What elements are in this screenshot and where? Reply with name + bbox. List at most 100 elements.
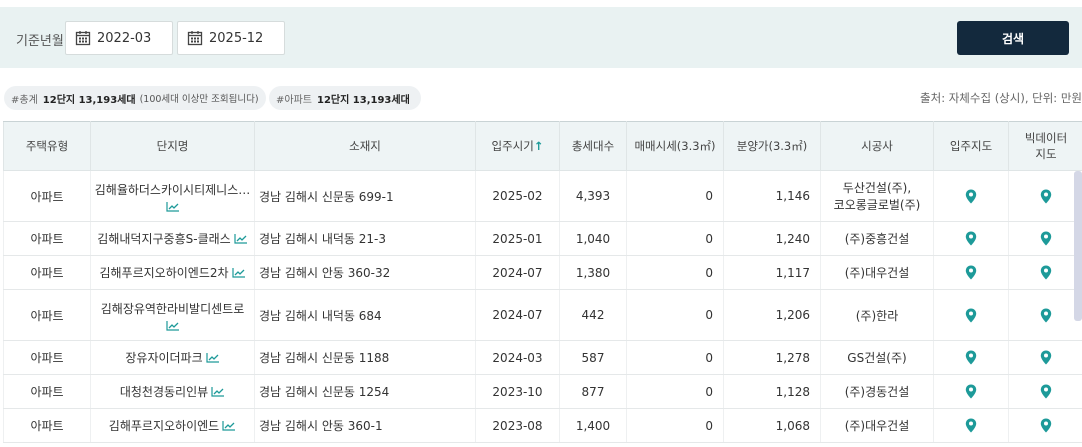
cell-map[interactable] [933,170,1009,222]
table-row[interactable]: 아파트 김해내덕지구중흥S-클래스 경남 김해시 내덕동 21-3 2025-0… [3,221,1082,256]
map-pin-icon[interactable] [1040,350,1052,365]
trend-chart-icon[interactable] [165,320,180,331]
trend-chart-icon[interactable] [211,386,225,397]
cell-name[interactable]: 대청천경동리인뷰 [90,374,255,409]
header-sale-price-label: 매매시세(3.3㎡) [634,139,716,153]
address-text: 경남 김해시 내덕동 684 [259,308,382,323]
presale-price-text: 1,128 [775,384,810,399]
cell-sale-price: 0 [626,170,724,222]
map-pin-icon[interactable] [1040,231,1052,246]
complex-name-link[interactable]: 김해내덕지구중흥S-클래스 [97,230,230,247]
header-address[interactable]: 소재지 [254,121,476,171]
cell-address: 경남 김해시 신문동 1254 [254,374,476,409]
table-row[interactable]: 아파트 김해율하더스카이시티제니스… 경남 김해시 신문동 699-1 2025… [3,170,1082,222]
trend-chart-icon[interactable] [165,201,180,212]
complex-name-link[interactable]: 김해율하더스카이시티제니스… [95,181,251,198]
cell-bigdata-map[interactable] [1008,408,1082,443]
cell-address: 경남 김해시 내덕동 684 [254,289,476,341]
total-summary-badge: #총계 12단지 13,193세대 (100세대 이상만 조회됩니다) [4,86,266,110]
cell-name[interactable]: 장유자이더파크 [90,340,255,375]
complex-name-link[interactable]: 장유자이더파크 [125,349,202,366]
map-pin-icon[interactable] [1040,384,1052,399]
builder-text-line2: 코오롱글로벌(주) [833,198,921,212]
map-pin-icon[interactable] [1040,308,1052,323]
map-pin-icon[interactable] [1040,189,1052,204]
apartment-summary-badge: #아파트 12단지 13,193세대 [269,86,421,110]
complex-name-link[interactable]: 김해푸르지오하이엔드 [109,417,219,434]
cell-map[interactable] [933,408,1009,443]
type-text: 아파트 [30,266,64,280]
header-type[interactable]: 주택유형 [3,121,91,171]
cell-address: 경남 김해시 신문동 1188 [254,340,476,375]
cell-move-in: 2024-03 [475,340,560,375]
sale-price-text: 0 [705,189,713,203]
complex-name-link[interactable]: 대청천경동리인뷰 [120,383,208,400]
cell-name[interactable]: 김해푸르지오하이엔드 [90,408,255,443]
cell-builder: GS건설(주) [820,340,934,375]
builder-text: (주)한라 [855,308,899,323]
date-to-value: 2025-12 [209,30,264,46]
complex-name-link[interactable]: 김해장유역한라비발디센트로 [101,300,245,317]
move-in-text: 2023-10 [492,384,543,399]
cell-name[interactable]: 김해율하더스카이시티제니스… [90,170,255,222]
map-pin-icon[interactable] [965,265,977,280]
cell-sale-price: 0 [626,289,724,341]
cell-bigdata-map[interactable] [1008,289,1082,341]
cell-map[interactable] [933,289,1009,341]
map-pin-icon[interactable] [965,189,977,204]
calendar-icon [187,31,203,46]
cell-move-in: 2023-08 [475,408,560,443]
header-move-in-label: 입주시기 [491,139,534,153]
cell-type: 아파트 [3,170,91,222]
header-name[interactable]: 단지명 [90,121,255,171]
map-pin-icon[interactable] [965,384,977,399]
header-presale-price[interactable]: 분양가(3.3㎡) [723,121,821,171]
trend-chart-icon[interactable] [222,420,236,431]
cell-name[interactable]: 김해장유역한라비발디센트로 [90,289,255,341]
cell-map[interactable] [933,374,1009,409]
cell-bigdata-map[interactable] [1008,170,1082,222]
map-pin-icon[interactable] [1040,265,1052,280]
table-row[interactable]: 아파트 장유자이더파크 경남 김해시 신문동 1188 2024-03 587 … [3,340,1082,375]
cell-bigdata-map[interactable] [1008,374,1082,409]
trend-chart-icon[interactable] [231,267,246,278]
cell-type: 아파트 [3,374,91,409]
map-pin-icon[interactable] [965,350,977,365]
complex-name-link[interactable]: 김해푸르지오하이엔드2차 [99,264,228,281]
cell-builder: 두산건설(주), 코오롱글로벌(주) [820,170,934,222]
map-pin-icon[interactable] [965,231,977,246]
cell-builder: (주)중흥건설 [820,221,934,256]
table-row[interactable]: 아파트 김해장유역한라비발디센트로 경남 김해시 내덕동 684 2024-07… [3,289,1082,341]
cell-bigdata-map[interactable] [1008,340,1082,375]
trend-chart-icon[interactable] [206,352,220,363]
header-households-label: 총세대수 [571,139,615,153]
header-households[interactable]: 총세대수 [559,121,627,171]
cell-map[interactable] [933,255,1009,290]
trend-chart-icon[interactable] [234,233,248,244]
type-text: 아파트 [30,232,64,246]
map-pin-icon[interactable] [1040,418,1052,433]
cell-map[interactable] [933,221,1009,256]
cell-name[interactable]: 김해내덕지구중흥S-클래스 [90,221,255,256]
total-value: 12단지 13,193세대 [42,94,136,106]
header-move-in[interactable]: 입주시기↑ [475,121,560,171]
header-sale-price[interactable]: 매매시세(3.3㎡) [626,121,724,171]
header-builder[interactable]: 시공사 [820,121,934,171]
map-pin-icon[interactable] [965,418,977,433]
search-button[interactable]: 검색 [957,21,1069,55]
cell-bigdata-map[interactable] [1008,255,1082,290]
cell-bigdata-map[interactable] [1008,221,1082,256]
date-from-input[interactable]: 2022-03 [65,21,173,55]
vertical-scrollbar[interactable] [1074,171,1082,321]
cell-name[interactable]: 김해푸르지오하이엔드2차 [90,255,255,290]
cell-map[interactable] [933,340,1009,375]
cell-move-in: 2025-02 [475,170,560,222]
table-row[interactable]: 아파트 김해푸르지오하이엔드 경남 김해시 안동 360-1 2023-08 1… [3,408,1082,443]
date-to-input[interactable]: 2025-12 [177,21,285,55]
map-pin-icon[interactable] [965,308,977,323]
table-row[interactable]: 아파트 대청천경동리인뷰 경남 김해시 신문동 1254 2023-10 877… [3,374,1082,409]
table-row[interactable]: 아파트 김해푸르지오하이엔드2차 경남 김해시 안동 360-32 2024-0… [3,255,1082,290]
presale-price-text: 1,240 [775,231,810,246]
presale-price-text: 1,278 [775,350,810,365]
move-in-text: 2025-01 [492,231,543,246]
